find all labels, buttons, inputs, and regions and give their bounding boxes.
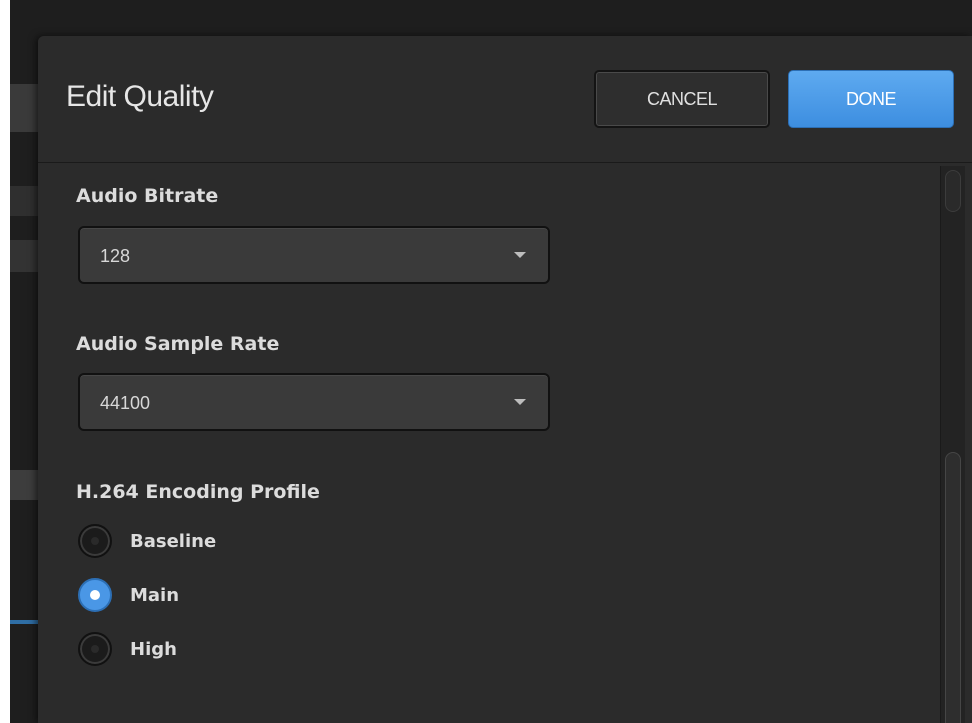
encoding-profile-label: H.264 Encoding Profile <box>76 481 320 503</box>
background-panel-strip <box>10 470 40 500</box>
audio-sample-rate-label: Audio Sample Rate <box>76 333 280 355</box>
background-panel-strip <box>10 186 40 216</box>
radio-option-main[interactable]: Main <box>78 577 179 613</box>
audio-bitrate-label: Audio Bitrate <box>76 185 219 207</box>
dialog-header: Edit Quality CANCEL DONE <box>38 36 972 163</box>
radio-dot-icon <box>91 645 99 653</box>
radio-button-selected[interactable] <box>78 578 112 612</box>
background-panel-strip <box>10 84 40 132</box>
radio-option-high[interactable]: High <box>78 631 177 667</box>
radio-dot-icon <box>90 590 100 600</box>
radio-button[interactable] <box>78 524 112 558</box>
dialog-body: Audio Bitrate 128 Audio Sample Rate 4410… <box>38 163 938 723</box>
scrollbar-thumb[interactable] <box>945 452 961 723</box>
radio-option-baseline[interactable]: Baseline <box>78 523 216 559</box>
radio-button[interactable] <box>78 632 112 666</box>
done-button[interactable]: DONE <box>788 70 954 128</box>
radio-label-high: High <box>130 638 177 660</box>
cancel-button[interactable]: CANCEL <box>594 70 770 128</box>
dialog-title: Edit Quality <box>66 80 214 113</box>
audio-sample-rate-select[interactable]: 44100 <box>78 373 550 431</box>
vertical-scrollbar[interactable] <box>940 166 965 723</box>
edit-quality-dialog: Edit Quality CANCEL DONE Audio Bitrate 1… <box>38 36 972 723</box>
audio-bitrate-value: 128 <box>100 246 131 266</box>
radio-dot-icon <box>91 537 99 545</box>
background-accent-line <box>10 620 40 624</box>
radio-label-baseline: Baseline <box>130 530 217 552</box>
chevron-down-icon <box>514 252 526 258</box>
chevron-down-icon <box>514 399 526 405</box>
audio-bitrate-select[interactable]: 128 <box>78 226 550 284</box>
scrollbar-top-cap <box>945 170 961 212</box>
stage: Edit Quality CANCEL DONE Audio Bitrate 1… <box>0 0 972 723</box>
background-panel-strip <box>10 240 40 272</box>
radio-label-main: Main <box>130 584 180 606</box>
audio-sample-rate-value: 44100 <box>100 393 151 413</box>
